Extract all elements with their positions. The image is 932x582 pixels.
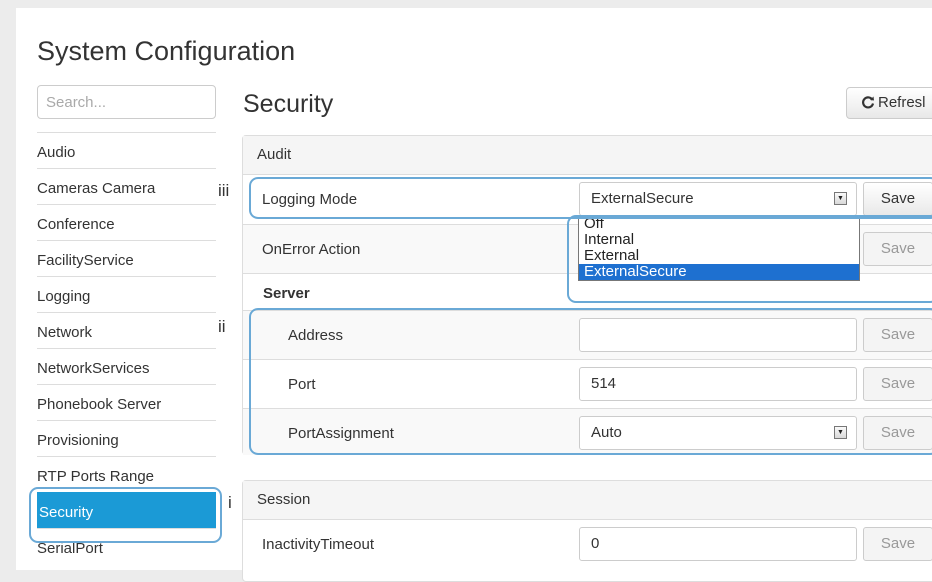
dropdown-option-internal[interactable]: Internal <box>579 232 859 248</box>
server-heading: Server <box>263 285 310 302</box>
logging-mode-save-button[interactable]: Save <box>863 182 932 216</box>
refresh-button[interactable]: Refresl <box>846 87 932 119</box>
sidebar-item-security[interactable]: Security <box>37 492 216 528</box>
port-row: Port 514 Save <box>243 359 932 409</box>
page-title: System Configuration <box>37 36 296 66</box>
port-assignment-save-button[interactable]: Save <box>863 416 932 450</box>
chevron-down-icon[interactable]: ▼ <box>834 426 847 439</box>
address-input[interactable] <box>579 318 857 352</box>
sidebar-item-logging[interactable]: Logging <box>37 276 216 312</box>
inactivity-timeout-row: InactivityTimeout 0 Save <box>243 520 932 569</box>
sidebar-item-cameras[interactable]: Cameras Camera <box>37 168 216 204</box>
sidebar-item-phonebook-server[interactable]: Phonebook Server <box>37 384 216 420</box>
port-input[interactable]: 514 <box>579 367 857 401</box>
onerror-action-save-button[interactable]: Save <box>863 232 932 266</box>
sidebar-item-conference[interactable]: Conference <box>37 204 216 240</box>
annotation-ii: ii <box>218 317 226 336</box>
sidebar-item-network[interactable]: Network <box>37 312 216 348</box>
dropdown-option-external[interactable]: External <box>579 248 859 264</box>
logging-mode-dropdown: Off Internal External ExternalSecure <box>578 215 860 281</box>
section-title: Security <box>243 90 334 118</box>
port-assignment-row: PortAssignment Auto ▼ Save <box>243 408 932 455</box>
sidebar-nav: Audio Cameras Camera Conference Facility… <box>37 132 216 564</box>
dropdown-option-externalsecure[interactable]: ExternalSecure <box>579 264 859 280</box>
refresh-icon <box>861 90 875 109</box>
sidebar-item-facilityservice[interactable]: FacilityService <box>37 240 216 276</box>
inactivity-timeout-input[interactable]: 0 <box>579 527 857 561</box>
session-panel: Session InactivityTimeout 0 Save <box>242 480 932 582</box>
port-label: Port <box>288 376 316 393</box>
logging-mode-select[interactable]: ExternalSecure ▼ <box>579 182 857 216</box>
onerror-action-label: OnError Action <box>262 241 361 258</box>
search-input[interactable] <box>37 85 216 119</box>
annotation-iii: iii <box>218 181 230 200</box>
port-assignment-label: PortAssignment <box>288 425 394 442</box>
sidebar-item-rtp-ports-range[interactable]: RTP Ports Range <box>37 456 216 492</box>
logging-mode-value: ExternalSecure <box>591 190 694 207</box>
dropdown-option-off[interactable]: Off <box>579 216 859 232</box>
port-assignment-select[interactable]: Auto ▼ <box>579 416 857 450</box>
audit-heading: Audit <box>243 136 932 175</box>
inactivity-timeout-save-button[interactable]: Save <box>863 527 932 561</box>
logging-mode-label: Logging Mode <box>262 191 358 208</box>
sidebar-item-networkservices[interactable]: NetworkServices <box>37 348 216 384</box>
address-row: Address Save <box>243 310 932 360</box>
port-assignment-value: Auto <box>591 424 622 441</box>
audit-panel: Audit Logging Mode ExternalSecure ▼ Save… <box>242 135 932 455</box>
address-save-button[interactable]: Save <box>863 318 932 352</box>
refresh-label: Refresl <box>878 94 926 111</box>
port-save-button[interactable]: Save <box>863 367 932 401</box>
sidebar-item-provisioning[interactable]: Provisioning <box>37 420 216 456</box>
inactivity-timeout-label: InactivityTimeout <box>262 536 374 553</box>
address-label: Address <box>288 327 344 344</box>
chevron-down-icon[interactable]: ▼ <box>834 192 847 205</box>
session-heading: Session <box>243 481 932 520</box>
sidebar-item-serialport[interactable]: SerialPort <box>37 528 216 564</box>
sidebar-item-audio[interactable]: Audio <box>37 132 216 168</box>
annotation-i: i <box>228 493 232 512</box>
